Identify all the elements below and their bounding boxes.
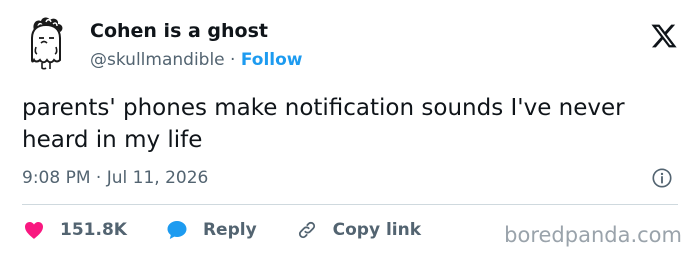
link-icon	[298, 221, 315, 239]
copy-link-label: Copy link	[332, 220, 422, 240]
follow-button[interactable]: Follow	[241, 50, 303, 70]
info-icon[interactable]	[651, 167, 673, 189]
author-display-name[interactable]: Cohen is a ghost	[90, 18, 303, 44]
handle-row: @skullmandible · Follow	[90, 48, 303, 72]
ghost-avatar-icon[interactable]	[22, 16, 70, 72]
like-button[interactable]: 151.8K	[22, 218, 127, 242]
copy-link-button[interactable]: Copy link	[295, 218, 421, 242]
speech-bubble-icon	[167, 221, 187, 239]
tweet-text: parents' phones make notification sounds…	[22, 95, 625, 153]
x-logo-icon[interactable]	[650, 22, 678, 50]
author-info: Cohen is a ghost @skullmandible · Follow	[90, 18, 303, 72]
divider	[22, 204, 678, 205]
author-handle[interactable]: @skullmandible	[90, 50, 225, 70]
tweet-header: Cohen is a ghost @skullmandible · Follow	[22, 16, 682, 76]
tweet-timestamp[interactable]: 9:08 PM · Jul 11, 2026	[22, 166, 208, 190]
like-count: 151.8K	[60, 220, 127, 240]
reply-button[interactable]: Reply	[165, 218, 257, 242]
handle-separator: ·	[230, 50, 236, 70]
action-bar: 151.8K Reply Copy link	[22, 216, 459, 244]
heart-icon	[25, 222, 43, 239]
reply-label: Reply	[202, 220, 257, 240]
watermark: boredpanda.com	[504, 223, 682, 247]
